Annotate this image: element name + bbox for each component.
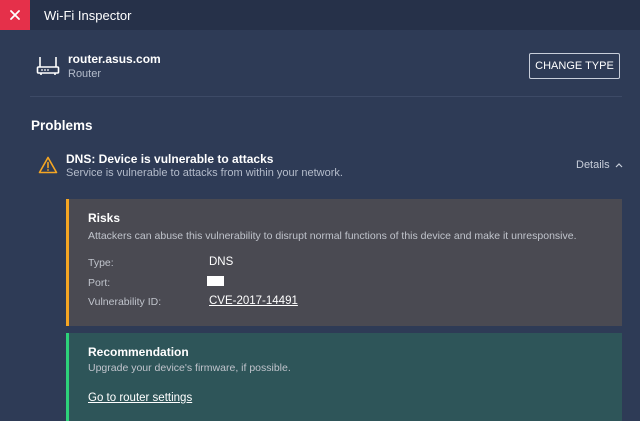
problem-item: DNS: Device is vulnerable to attacks Ser… [38,150,628,184]
port-value-redacted [207,276,224,286]
window-title: Wi-Fi Inspector [44,8,132,23]
problem-description: Service is vulnerable to attacks from wi… [66,167,343,179]
warning-icon [38,156,58,174]
router-settings-link[interactable]: Go to router settings [88,392,192,404]
vulnerability-id-label: Vulnerability ID: [88,296,162,308]
details-label: Details [576,159,610,171]
problems-heading: Problems [31,118,93,133]
device-name: router.asus.com [68,52,161,66]
port-label: Port: [88,277,111,289]
risks-panel: Risks Attackers can abuse this vulnerabi… [66,199,622,326]
type-value: DNS [209,256,234,268]
problem-title: DNS: Device is vulnerable to attacks [66,152,274,166]
device-type: Router [68,68,102,80]
recommendation-panel: Recommendation Upgrade your device's fir… [66,333,622,421]
close-icon [10,10,20,20]
risks-description: Attackers can abuse this vulnerability t… [88,230,577,242]
router-icon [36,57,60,75]
details-toggle[interactable]: Details [576,159,623,171]
risks-title: Risks [88,211,121,225]
recommendation-title: Recommendation [88,345,189,359]
type-label: Type: [88,257,114,269]
recommendation-text: Upgrade your device's firmware, if possi… [88,362,291,374]
chevron-up-icon [615,163,623,168]
change-type-button[interactable]: CHANGE TYPE [529,53,620,79]
device-header: router.asus.com Router CHANGE TYPE [30,46,622,97]
close-button[interactable] [0,0,30,30]
vulnerability-id-link[interactable]: CVE-2017-14491 [209,295,298,307]
title-bar: Wi-Fi Inspector [0,0,640,30]
